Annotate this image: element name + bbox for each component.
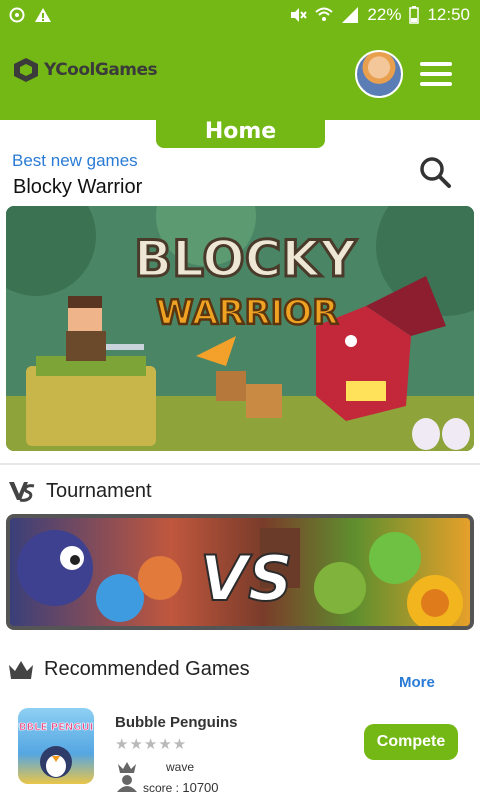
recommended-title: Recommended Games — [44, 658, 250, 680]
sync-icon — [9, 7, 25, 23]
featured-game-banner[interactable]: BLOCKY WARRIOR — [6, 206, 474, 451]
game-name[interactable]: Bubble Penguins — [115, 714, 238, 731]
menu-button[interactable] — [420, 62, 452, 86]
featured-game-title[interactable]: Blocky Warrior — [13, 176, 142, 199]
search-icon[interactable] — [418, 155, 452, 189]
score-text: score : 10700 — [143, 780, 219, 795]
blocky-warrior-artwork: BLOCKY WARRIOR — [6, 206, 474, 451]
cube-logo-icon — [14, 58, 38, 82]
score-value: 10700 — [182, 780, 219, 795]
compete-button[interactable]: Compete — [364, 724, 458, 760]
logo-text: YCoolGames — [44, 60, 158, 80]
rating-stars: ★★★★★ — [115, 736, 188, 753]
battery-icon — [409, 6, 420, 24]
warning-icon — [35, 8, 51, 22]
recommended-header: Recommended Games — [8, 658, 250, 681]
app-header: YCoolGames — [0, 32, 480, 120]
tournament-header[interactable]: Tournament — [8, 478, 152, 504]
wifi-icon — [315, 7, 334, 21]
list-item[interactable]: BUBBLE PENGUINS Bubble Penguins ★★★★★ wa… — [0, 700, 480, 800]
avatar[interactable] — [355, 50, 403, 98]
tournament-title: Tournament — [46, 479, 152, 502]
versus-text: VS — [200, 542, 293, 615]
tournament-artwork: VS — [17, 528, 463, 626]
status-bar: 22% 12:50 — [0, 0, 480, 32]
battery-percent: 22% — [367, 5, 402, 24]
player-rank-icon — [117, 762, 137, 792]
game-thumbnail[interactable]: BUBBLE PENGUINS — [3, 708, 109, 784]
best-new-games-label[interactable]: Best new games — [12, 151, 138, 171]
versus-icon — [9, 482, 35, 502]
tab-home[interactable]: Home — [156, 118, 325, 148]
banner-title-line2: WARRIOR — [156, 293, 338, 333]
banner-title-line1: BLOCKY — [134, 230, 357, 288]
logo[interactable]: YCoolGames — [12, 56, 158, 84]
tournament-banner[interactable]: VS — [6, 514, 474, 630]
player-name: wave — [166, 760, 195, 774]
more-link[interactable]: More — [399, 674, 435, 691]
signal-icon — [342, 7, 359, 23]
thumb-title: BUBBLE PENGUINS — [18, 722, 94, 733]
clock: 12:50 — [427, 5, 470, 24]
hamburger-icon — [420, 62, 452, 66]
section-divider — [0, 463, 480, 465]
mute-icon — [291, 8, 308, 22]
crown-icon — [9, 660, 33, 679]
